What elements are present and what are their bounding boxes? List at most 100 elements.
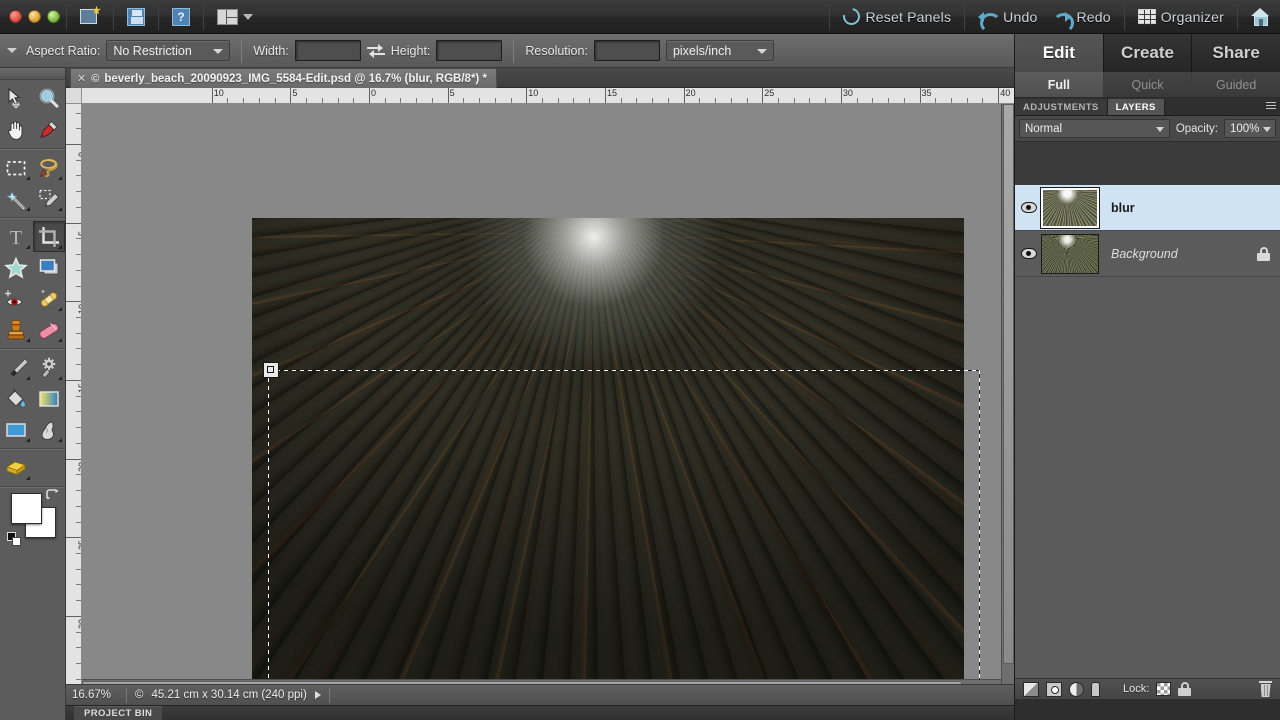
tab-create[interactable]: Create xyxy=(1104,34,1193,72)
tool-more-indicator xyxy=(26,476,30,480)
layer-name[interactable]: Background xyxy=(1099,247,1178,261)
zoom-level[interactable]: 16.67% xyxy=(72,689,118,701)
layers-list[interactable]: blur Background xyxy=(1015,184,1280,678)
right-panel: Edit Create Share Full Quick Guided ADJU… xyxy=(1014,34,1280,720)
resolution-input[interactable] xyxy=(594,40,660,61)
move-tool[interactable] xyxy=(0,83,33,114)
tab-guided[interactable]: Guided xyxy=(1192,72,1280,97)
eye-icon xyxy=(1021,202,1037,213)
redo-button[interactable]: Redo xyxy=(1044,2,1117,32)
canvas-viewport[interactable] xyxy=(82,104,1014,704)
resolution-units-select[interactable]: pixels/inch xyxy=(666,40,774,61)
help-button[interactable]: ? xyxy=(165,2,197,32)
reset-icon xyxy=(840,5,864,29)
new-file-button[interactable] xyxy=(73,2,107,32)
layout-picker-button[interactable] xyxy=(210,2,260,32)
organizer-button[interactable]: Organizer xyxy=(1131,2,1231,32)
organizer-label: Organizer xyxy=(1161,9,1224,25)
document-tab[interactable]: ✕ © beverly_beach_20090923_IMG_5584-Edit… xyxy=(70,68,497,88)
reset-panels-button[interactable]: Reset Panels xyxy=(836,2,958,32)
layer-visibility-toggle[interactable] xyxy=(1017,202,1041,213)
minimize-window-button[interactable] xyxy=(28,10,41,23)
default-colors-icon[interactable] xyxy=(7,532,21,546)
toolbox: T xyxy=(0,68,66,720)
eraser-tool[interactable] xyxy=(33,314,66,345)
tab-adjustments[interactable]: ADJUSTMENTS xyxy=(1015,99,1108,115)
layer-name[interactable]: blur xyxy=(1099,201,1135,215)
crop-tool[interactable] xyxy=(33,221,66,252)
foreground-color-swatch[interactable] xyxy=(11,493,42,524)
blend-mode-select[interactable]: Normal xyxy=(1019,119,1170,138)
tab-quick-label: Quick xyxy=(1132,78,1164,92)
vertical-scroll-thumb[interactable] xyxy=(1003,104,1014,664)
straighten-tool[interactable] xyxy=(33,252,66,283)
save-file-button[interactable] xyxy=(120,2,152,32)
brush-tool[interactable] xyxy=(0,352,33,383)
selection-brush-tool[interactable] xyxy=(33,183,66,214)
clone-stamp-tool[interactable] xyxy=(0,314,33,345)
swap-arrows-icon[interactable] xyxy=(367,43,385,59)
table-row[interactable]: Background xyxy=(1015,231,1280,277)
document-tab-strip: ✕ © beverly_beach_20090923_IMG_5584-Edit… xyxy=(66,68,1014,88)
play-arrow-icon[interactable] xyxy=(315,691,321,699)
group-layer-icon[interactable] xyxy=(1091,682,1100,697)
vertical-scrollbar[interactable] xyxy=(1001,104,1014,704)
close-icon[interactable]: ✕ xyxy=(77,72,86,85)
height-input[interactable] xyxy=(436,40,502,61)
tab-share[interactable]: Share xyxy=(1192,34,1280,72)
zoom-window-button[interactable] xyxy=(47,10,60,23)
type-tool[interactable]: T xyxy=(0,221,33,252)
healing-brush-tool[interactable] xyxy=(33,283,66,314)
ruler-corner[interactable] xyxy=(66,88,82,104)
layer-mask-icon[interactable] xyxy=(1046,682,1062,697)
shape-tool[interactable] xyxy=(0,414,33,445)
redeye-tool[interactable] xyxy=(0,283,33,314)
project-bin-bar[interactable]: PROJECT BIN xyxy=(66,705,1014,720)
menubar-divider xyxy=(66,4,67,30)
window-controls[interactable] xyxy=(0,10,60,23)
canvas-image[interactable] xyxy=(252,218,964,695)
smart-brush-tool[interactable] xyxy=(33,352,66,383)
eyedropper-tool[interactable] xyxy=(33,114,66,145)
blur-layer-thumbnail[interactable] xyxy=(1041,188,1099,228)
smudge-tool[interactable] xyxy=(33,414,66,445)
checkerboard-icon[interactable] xyxy=(1156,682,1171,696)
options-bar-grip[interactable] xyxy=(4,48,20,53)
tab-quick[interactable]: Quick xyxy=(1104,72,1193,97)
undo-button[interactable]: Undo xyxy=(971,2,1044,32)
gradient-tool[interactable] xyxy=(33,383,66,414)
menubar-divider xyxy=(1237,4,1238,30)
magic-wand-tool[interactable] xyxy=(0,183,33,214)
paint-bucket-tool[interactable] xyxy=(0,383,33,414)
opacity-select[interactable]: 100% xyxy=(1224,119,1276,138)
new-layer-icon[interactable] xyxy=(1023,682,1039,697)
trash-icon[interactable] xyxy=(1259,681,1272,697)
width-input[interactable] xyxy=(295,40,361,61)
lasso-tool[interactable] xyxy=(33,152,66,183)
hand-tool[interactable] xyxy=(0,114,33,145)
layer-visibility-toggle[interactable] xyxy=(1017,248,1041,259)
panel-menu-icon[interactable] xyxy=(1265,100,1277,112)
home-button[interactable] xyxy=(1244,2,1280,32)
toolbox-grip[interactable] xyxy=(0,68,65,80)
tab-edit[interactable]: Edit xyxy=(1015,34,1104,72)
tab-full[interactable]: Full xyxy=(1015,72,1104,97)
sponge-tool[interactable] xyxy=(0,452,33,483)
close-window-button[interactable] xyxy=(9,10,22,23)
eyedropper-icon xyxy=(37,118,61,142)
marquee-tool[interactable] xyxy=(0,152,33,183)
background-layer-thumbnail[interactable] xyxy=(1041,234,1099,274)
chevron-down-icon xyxy=(1263,127,1271,132)
aspect-ratio-select[interactable]: No Restriction xyxy=(106,40,230,61)
swap-colors-icon[interactable] xyxy=(46,489,60,501)
table-row[interactable]: blur xyxy=(1015,185,1280,231)
menubar-divider xyxy=(1124,4,1125,30)
cookie-cutter-tool[interactable] xyxy=(0,252,33,283)
status-divider xyxy=(329,688,330,703)
zoom-tool[interactable] xyxy=(33,83,66,114)
tab-layers[interactable]: LAYERS xyxy=(1108,99,1165,115)
padlock-icon[interactable] xyxy=(1178,682,1191,696)
adjustment-layer-icon[interactable] xyxy=(1069,682,1084,697)
tab-create-label: Create xyxy=(1121,43,1174,63)
project-bin-label[interactable]: PROJECT BIN xyxy=(74,706,162,720)
